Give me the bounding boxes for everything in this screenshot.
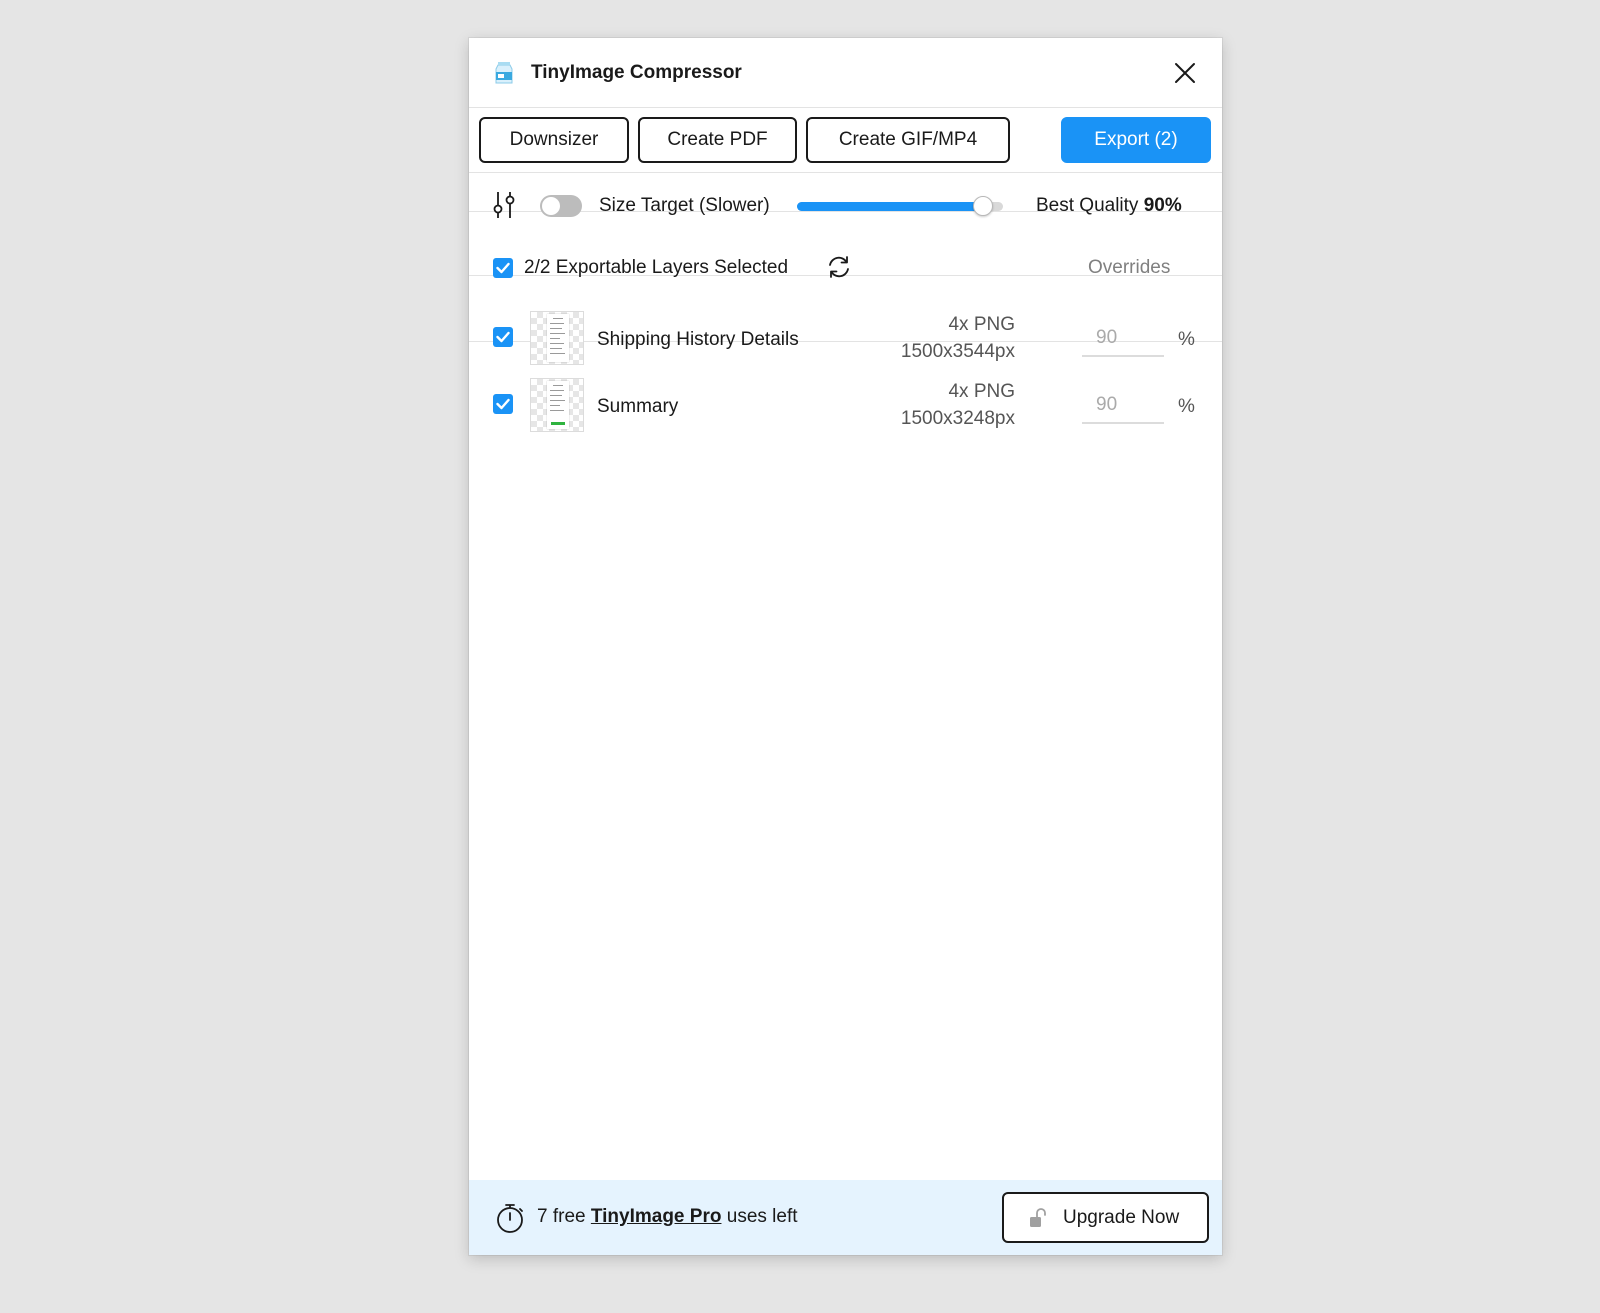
create-pdf-button[interactable]: Create PDF — [638, 117, 797, 163]
upgrade-now-button[interactable]: Upgrade Now — [1002, 1192, 1209, 1243]
slider-thumb[interactable] — [973, 196, 994, 216]
app-title: TinyImage Compressor — [531, 62, 742, 83]
slider-fill — [797, 202, 983, 211]
sliders-icon[interactable] — [491, 190, 517, 220]
thumbnail-page — [547, 314, 569, 362]
thumbnail-page — [547, 381, 569, 429]
layer-dimensions: 1500x3544px — [900, 341, 1015, 362]
layer-meta: 4x PNG 1500x3544px — [901, 311, 1015, 365]
export-button[interactable]: Export (2) — [1061, 117, 1211, 163]
select-all-checkbox[interactable] — [493, 258, 513, 278]
layer-checkbox[interactable] — [493, 394, 513, 414]
layer-name: Shipping History Details — [597, 329, 799, 350]
layer-meta: 4x PNG 1500x3248px — [901, 378, 1015, 432]
size-target-toggle[interactable] — [540, 195, 582, 217]
layer-name: Summary — [597, 396, 679, 417]
free-uses-prefix: 7 free — [537, 1206, 586, 1227]
free-uses-text: 7 free TinyImage Pro uses left — [537, 1204, 798, 1230]
layer-format: 4x PNG — [948, 381, 1015, 402]
downsizer-button[interactable]: Downsizer — [479, 117, 629, 163]
overrides-label: Overrides — [1088, 257, 1171, 278]
refresh-icon[interactable] — [826, 254, 852, 280]
thumbnail-progress-bar — [551, 422, 565, 425]
close-icon[interactable] — [1170, 58, 1200, 88]
layer-thumbnail — [530, 378, 584, 432]
layer-thumbnail — [530, 311, 584, 365]
create-gif-mp4-button[interactable]: Create GIF/MP4 — [806, 117, 1010, 163]
percent-unit: % — [1178, 396, 1195, 417]
quality-override-input[interactable] — [1082, 321, 1164, 357]
upgrade-label: Upgrade Now — [1063, 1207, 1180, 1228]
title-bar: TinyImage Compressor — [469, 38, 1222, 108]
milk-carton-icon — [491, 60, 517, 86]
stopwatch-icon — [495, 1202, 525, 1234]
layer-format: 4x PNG — [948, 314, 1015, 335]
layer-dimensions: 1500x3248px — [900, 408, 1015, 429]
percent-unit: % — [1178, 329, 1195, 350]
compressor-panel: TinyImage Compressor Downsizer Create PD… — [469, 38, 1222, 1255]
size-target-label: Size Target (Slower) — [599, 195, 770, 216]
divider — [469, 172, 1222, 173]
quality-slider[interactable] — [797, 196, 1003, 216]
footer-banner: 7 free TinyImage Pro uses left Upgrade N… — [469, 1180, 1222, 1255]
unlock-icon — [1028, 1207, 1048, 1229]
tinyimage-pro-link[interactable]: TinyImage Pro — [591, 1206, 722, 1227]
toggle-knob — [542, 197, 560, 215]
quality-prefix: Best Quality — [1036, 195, 1139, 216]
quality-label: Best Quality 90% — [1036, 193, 1182, 219]
layer-checkbox[interactable] — [493, 327, 513, 347]
quality-override-input[interactable] — [1082, 388, 1164, 424]
free-uses-suffix: uses left — [726, 1206, 798, 1227]
quality-value: 90% — [1143, 195, 1182, 216]
selection-label: 2/2 Exportable Layers Selected — [524, 257, 789, 278]
